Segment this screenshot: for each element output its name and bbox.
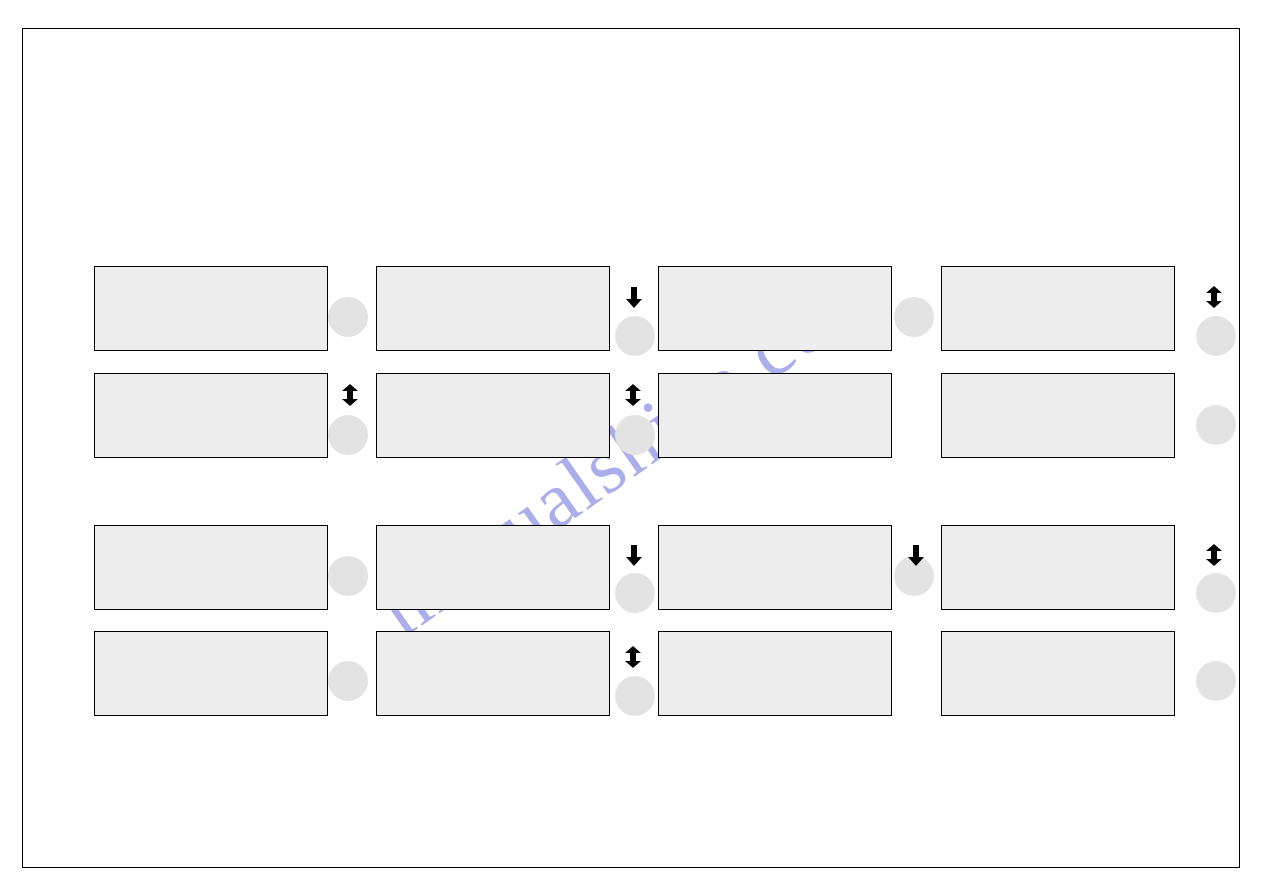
- diagram-box: [941, 373, 1175, 458]
- connector-circle: [615, 573, 655, 613]
- diagram-box: [376, 373, 610, 458]
- connector-circle: [328, 297, 368, 337]
- diagram-box: [658, 525, 892, 610]
- arrow-down-icon: [625, 543, 643, 567]
- connector-circle: [894, 297, 934, 337]
- diagram-box: [94, 266, 328, 351]
- connector-circle: [328, 415, 368, 455]
- page-frame: manualshive.com: [22, 28, 1240, 868]
- arrow-updown-icon: [1205, 543, 1223, 567]
- arrow-down-icon: [625, 285, 643, 309]
- connector-circle: [1196, 316, 1236, 356]
- arrow-updown-icon: [624, 645, 642, 669]
- connector-circle: [328, 661, 368, 701]
- diagram-box: [658, 373, 892, 458]
- connector-circle: [615, 676, 655, 716]
- diagram-box: [941, 631, 1175, 716]
- diagram-box: [658, 631, 892, 716]
- arrow-down-icon: [907, 543, 925, 567]
- diagram-box: [94, 631, 328, 716]
- diagram-box: [94, 373, 328, 458]
- connector-circle: [615, 316, 655, 356]
- connector-circle: [1196, 573, 1236, 613]
- connector-circle: [615, 415, 655, 455]
- connector-circle: [1196, 405, 1236, 445]
- connector-circle: [1196, 661, 1236, 701]
- diagram-box: [376, 525, 610, 610]
- diagram-box: [376, 266, 610, 351]
- arrow-updown-icon: [341, 383, 359, 407]
- diagram-box: [658, 266, 892, 351]
- diagram-box: [941, 525, 1175, 610]
- diagram-box: [376, 631, 610, 716]
- arrow-updown-icon: [624, 383, 642, 407]
- arrow-updown-icon: [1205, 285, 1223, 309]
- connector-circle: [328, 556, 368, 596]
- diagram-box: [941, 266, 1175, 351]
- diagram-box: [94, 525, 328, 610]
